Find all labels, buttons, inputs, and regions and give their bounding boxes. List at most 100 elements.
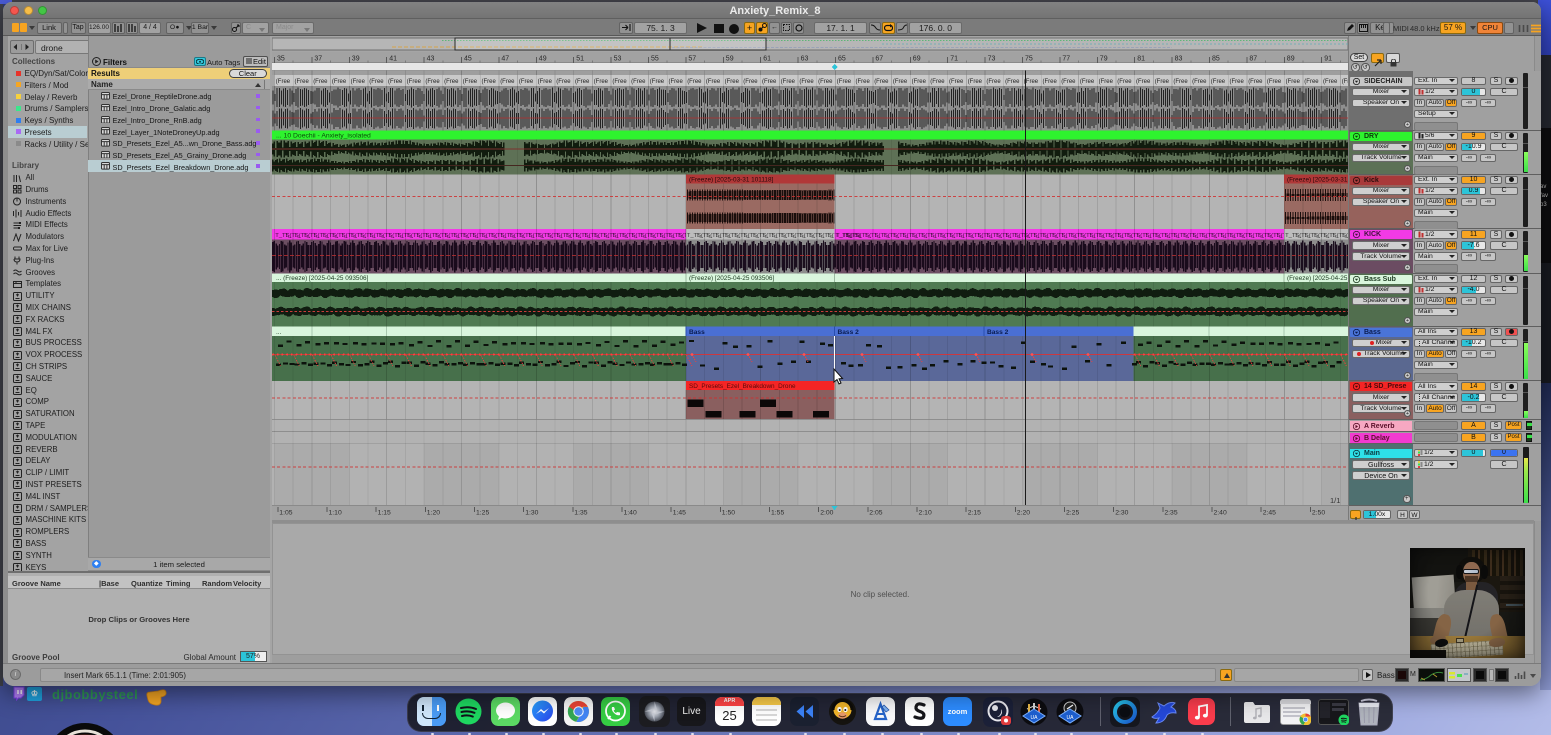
- svg-text:(Free: (Free: [799, 79, 814, 85]
- svg-text:(Free: (Free: [1136, 79, 1151, 85]
- svg-text:(Free: (Free: [575, 79, 590, 85]
- svg-text:(Free: (Free: [893, 79, 908, 85]
- svg-text:(Free: (Free: [1304, 79, 1319, 85]
- svg-text:Bass: Bass: [689, 329, 705, 336]
- svg-text:(Free: (Free: [837, 79, 852, 85]
- svg-text:(Free: (Free: [556, 79, 571, 85]
- svg-text:(Free: (Free: [1155, 79, 1170, 85]
- svg-text:1:25: 1:25: [476, 510, 489, 517]
- svg-text:71: 71: [950, 56, 958, 63]
- svg-text:(Free: (Free: [650, 79, 665, 85]
- svg-text:1:20: 1:20: [427, 510, 440, 517]
- svg-text:(Free: (Free: [930, 79, 945, 85]
- svg-text:... (Freeze) [2025-04-25 09350: ... (Freeze) [2025-04-25 093506]: [276, 275, 369, 282]
- svg-text:53: 53: [614, 56, 622, 63]
- svg-text:(Free: (Free: [332, 79, 347, 85]
- svg-text:2:45: 2:45: [1263, 510, 1276, 517]
- svg-text:1:50: 1:50: [722, 510, 735, 517]
- svg-text:57: 57: [688, 56, 696, 63]
- svg-text:(Free: (Free: [1286, 79, 1301, 85]
- svg-text:(Free: (Free: [631, 79, 646, 85]
- svg-text:39: 39: [352, 56, 360, 63]
- svg-text:Bass 2: Bass 2: [838, 329, 860, 336]
- svg-text:... 10 Doechii - Anxiety_isola: ... 10 Doechii - Anxiety_isolated: [276, 133, 371, 140]
- svg-text:T_TS(: T_TS(: [1341, 233, 1348, 239]
- svg-text:91: 91: [1324, 56, 1332, 63]
- svg-text:(Free: (Free: [407, 79, 422, 85]
- svg-text:(Free: (Free: [818, 79, 833, 85]
- svg-text:67: 67: [875, 56, 883, 63]
- svg-text:1:30: 1:30: [525, 510, 538, 517]
- svg-text:59: 59: [726, 56, 734, 63]
- svg-text:(Free: (Free: [500, 79, 515, 85]
- svg-text:(Free: (Free: [762, 79, 777, 85]
- svg-text:37: 37: [314, 56, 322, 63]
- svg-text:(Free: (Free: [1192, 79, 1207, 85]
- svg-text:(Freeze) [2025-04-25 093506]: (Freeze) [2025-04-25 093506]: [689, 275, 774, 282]
- svg-text:2:10: 2:10: [919, 510, 932, 517]
- svg-text:(Free: (Free: [444, 79, 459, 85]
- svg-text:(Free: (Free: [1117, 79, 1132, 85]
- svg-text:(Free: (Free: [369, 79, 384, 85]
- svg-text:(Free: (Free: [1248, 79, 1263, 85]
- svg-text:73: 73: [988, 56, 996, 63]
- svg-text:79: 79: [1100, 56, 1108, 63]
- svg-text:1:55: 1:55: [771, 510, 784, 517]
- svg-text:2:30: 2:30: [1115, 510, 1128, 517]
- svg-text:(Free: (Free: [1005, 79, 1020, 85]
- svg-text:(Free: (Free: [687, 79, 702, 85]
- svg-text:(Free: (Free: [1099, 79, 1114, 85]
- svg-text:(Free: (Free: [1267, 79, 1282, 85]
- svg-text:89: 89: [1287, 56, 1295, 63]
- svg-text:(Free: (Free: [1043, 79, 1058, 85]
- svg-text:2:35: 2:35: [1164, 510, 1177, 517]
- svg-text:49: 49: [539, 56, 547, 63]
- svg-text:75: 75: [1025, 56, 1033, 63]
- svg-text:(Free: (Free: [986, 79, 1001, 85]
- svg-text:(Free: (Free: [912, 79, 927, 85]
- svg-text:(Free: (Free: [781, 79, 796, 85]
- svg-text:2:00: 2:00: [820, 510, 833, 517]
- svg-text:(Free: (Free: [276, 79, 291, 85]
- svg-text:(Free: (Free: [949, 79, 964, 85]
- svg-text:2:25: 2:25: [1066, 510, 1079, 517]
- svg-text:(Freeze) [2025-04-25: (Freeze) [2025-04-25: [1287, 275, 1348, 282]
- svg-text:(Free: (Free: [706, 79, 721, 85]
- svg-text:(Free: (Free: [594, 79, 609, 85]
- svg-text:1:15: 1:15: [378, 510, 391, 517]
- svg-text:87: 87: [1249, 56, 1257, 63]
- svg-text:41: 41: [389, 56, 397, 63]
- svg-text:(Free: (Free: [743, 79, 758, 85]
- svg-text:45: 45: [464, 56, 472, 63]
- svg-text:1:45: 1:45: [673, 510, 686, 517]
- svg-text:(Free: (Free: [1211, 79, 1226, 85]
- svg-text:(Free: (Free: [519, 79, 534, 85]
- svg-text:1:35: 1:35: [574, 510, 587, 517]
- svg-text:63: 63: [801, 56, 809, 63]
- svg-text:(Free: (Free: [669, 79, 684, 85]
- svg-text:69: 69: [913, 56, 921, 63]
- svg-text:...: ...: [276, 329, 282, 336]
- svg-text:51: 51: [576, 56, 584, 63]
- svg-text:(Free: (Free: [1173, 79, 1188, 85]
- svg-text:UA: UA: [1031, 715, 1039, 721]
- svg-text:47: 47: [501, 56, 509, 63]
- svg-text:(Free: (Free: [351, 79, 366, 85]
- svg-text:2:50: 2:50: [1312, 510, 1325, 517]
- svg-text:1:40: 1:40: [624, 510, 637, 517]
- svg-text:(Free: (Free: [1323, 79, 1338, 85]
- svg-text:83: 83: [1175, 56, 1183, 63]
- svg-text:(Free: (Free: [612, 79, 627, 85]
- svg-text:(Freeze) [2025-03-31 101118]: (Freeze) [2025-03-31 101118]: [689, 177, 774, 184]
- svg-text:(Free: (Free: [968, 79, 983, 85]
- svg-text:55: 55: [651, 56, 659, 63]
- svg-text:(Freeze) [2025-03-31: (Freeze) [2025-03-31: [1287, 177, 1348, 184]
- svg-text:2:40: 2:40: [1214, 510, 1227, 517]
- svg-text:(Free: (Free: [1230, 79, 1245, 85]
- svg-text:SD_Presets_Ezel_Breakdown_Dron: SD_Presets_Ezel_Breakdown_Drone: [689, 383, 796, 390]
- svg-text:1:10: 1:10: [329, 510, 342, 517]
- svg-text:65: 65: [838, 56, 846, 63]
- svg-text:(Free: (Free: [1080, 79, 1095, 85]
- svg-text:(Free: (Free: [463, 79, 478, 85]
- svg-text:(Free: (Free: [425, 79, 440, 85]
